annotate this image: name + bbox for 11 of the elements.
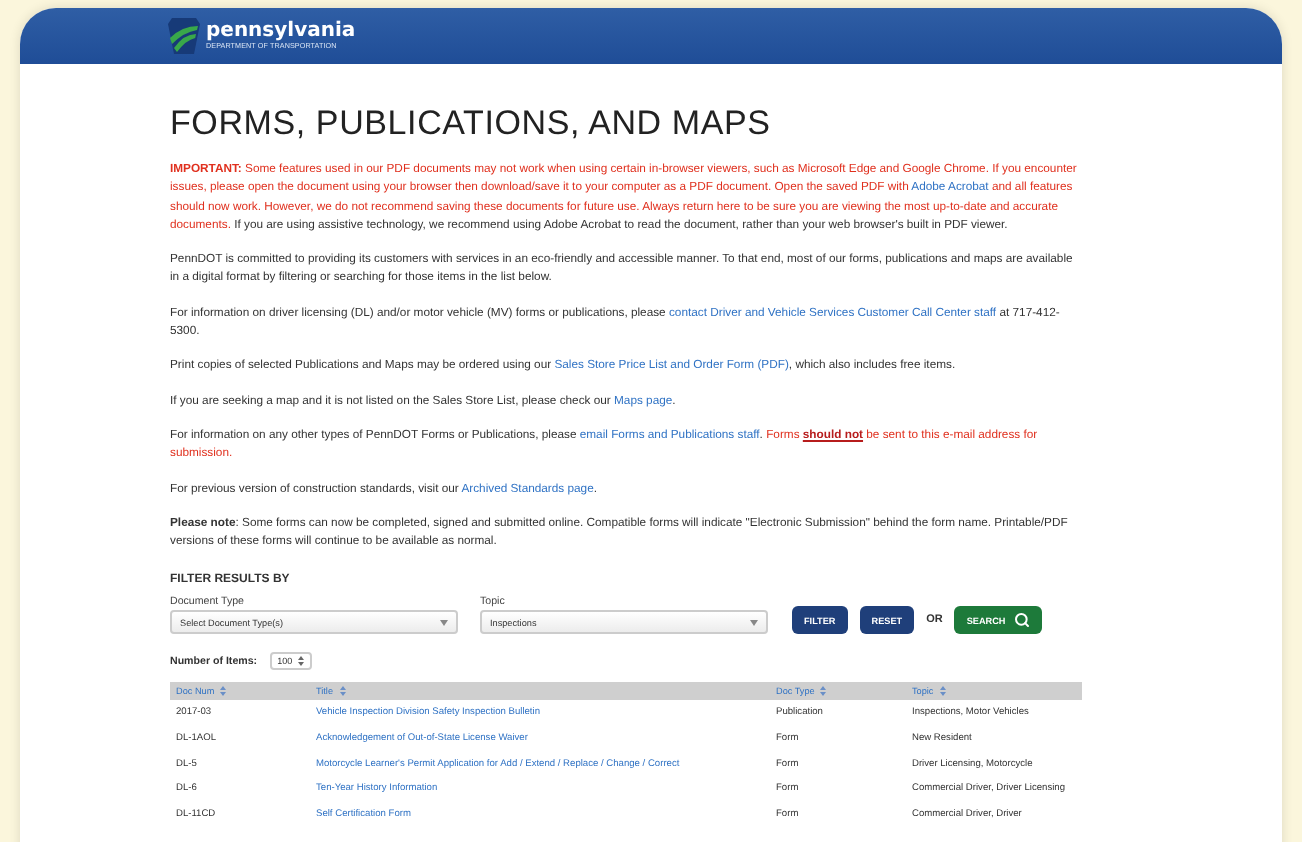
sort-icon [820,686,827,697]
logo-title: pennsylvania [206,20,356,42]
search-icon [1013,612,1030,629]
page-title: FORMS, PUBLICATIONS, AND MAPS [170,104,773,144]
stepper-icon [298,656,305,667]
sort-icon [939,686,946,697]
keystone-logo-icon [168,18,200,54]
sort-icon [220,686,227,697]
caret-icon [750,619,758,626]
sort-icon [339,686,346,697]
caret-icon [440,619,448,626]
